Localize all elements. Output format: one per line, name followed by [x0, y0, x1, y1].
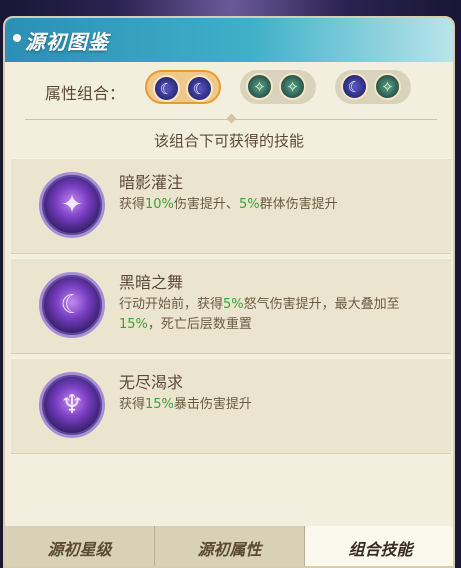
attribute-combo-label: 属性组合：: [45, 84, 126, 103]
skill-name: 黑暗之舞: [119, 273, 184, 292]
tab-star-level[interactable]: 源初星级: [5, 526, 155, 566]
page-title: 源初图鉴: [25, 30, 109, 54]
skill-description: 获得15%暴击伤害提升: [119, 395, 439, 415]
combo-option-moon-star[interactable]: ☾ ✧: [335, 70, 411, 104]
divider-ornament-icon: [226, 113, 237, 124]
combo-option-moon-moon[interactable]: ☾ ☾: [145, 70, 221, 104]
tab-attributes[interactable]: 源初属性: [155, 526, 305, 566]
description-text: 行动开始前，获得: [119, 297, 224, 312]
description-text: 伤害提升、: [173, 197, 239, 212]
skill-description: 行动开始前，获得5%怒气伤害提升，最大叠加至 15%，死亡后层数重置: [119, 295, 439, 335]
moon-orb-icon: ☾: [341, 73, 368, 100]
combo-option-star-star[interactable]: ✧ ✧: [240, 70, 316, 104]
star-orb-icon: ✧: [374, 73, 401, 100]
highlight-value: 15%: [145, 397, 174, 412]
skill-section-heading: 该组合下可获得的技能: [153, 132, 304, 150]
tab-combo-skills[interactable]: 组合技能: [305, 526, 453, 566]
description-text: 怒气伤害提升，最大叠加至: [243, 297, 400, 312]
skill-card[interactable]: ✦ 暗影灌注 获得10%伤害提升、5%群体伤害提升: [11, 158, 451, 254]
skill-card[interactable]: ☾ 黑暗之舞 行动开始前，获得5%怒气伤害提升，最大叠加至 15%，死亡后层数重置: [11, 258, 451, 354]
highlight-value: 10%: [145, 197, 174, 212]
attribute-combo-row: 属性组合： ☾ ☾ ✧ ✧ ☾ ✧: [5, 70, 453, 110]
header-bar: 源初图鉴: [5, 18, 453, 62]
endless-craving-icon: ♆: [39, 372, 105, 438]
codex-panel: 源初图鉴 属性组合： ☾ ☾ ✧ ✧ ☾ ✧ 该组合下可获得的技能 ✦ 暗影灌注…: [3, 16, 455, 568]
description-text: ，死亡后层数重置: [147, 317, 252, 332]
highlight-value: 5%: [238, 197, 260, 212]
moon-orb-icon: ☾: [153, 75, 180, 102]
moon-orb-icon: ☾: [186, 75, 213, 102]
star-orb-icon: ✧: [246, 73, 273, 100]
shadow-infusion-icon: ✦: [39, 172, 105, 238]
skill-description: 获得10%伤害提升、5%群体伤害提升: [119, 195, 439, 215]
star-orb-icon: ✧: [279, 73, 306, 100]
bottom-tab-bar: 源初星级 源初属性 组合技能: [5, 526, 453, 566]
description-text: 暴击伤害提升: [173, 397, 252, 412]
skill-card[interactable]: ♆ 无尽渴求 获得15%暴击伤害提升: [11, 358, 451, 454]
description-text: 群体伤害提升: [259, 197, 338, 212]
description-text: 获得: [119, 397, 146, 412]
dark-dance-icon: ☾: [39, 272, 105, 338]
header-dot-icon: [13, 34, 21, 42]
skill-name: 无尽渴求: [119, 373, 184, 392]
description-text: 获得: [119, 197, 146, 212]
highlight-value: 15%: [119, 317, 148, 332]
skill-name: 暗影灌注: [119, 173, 184, 192]
highlight-value: 5%: [223, 297, 244, 312]
